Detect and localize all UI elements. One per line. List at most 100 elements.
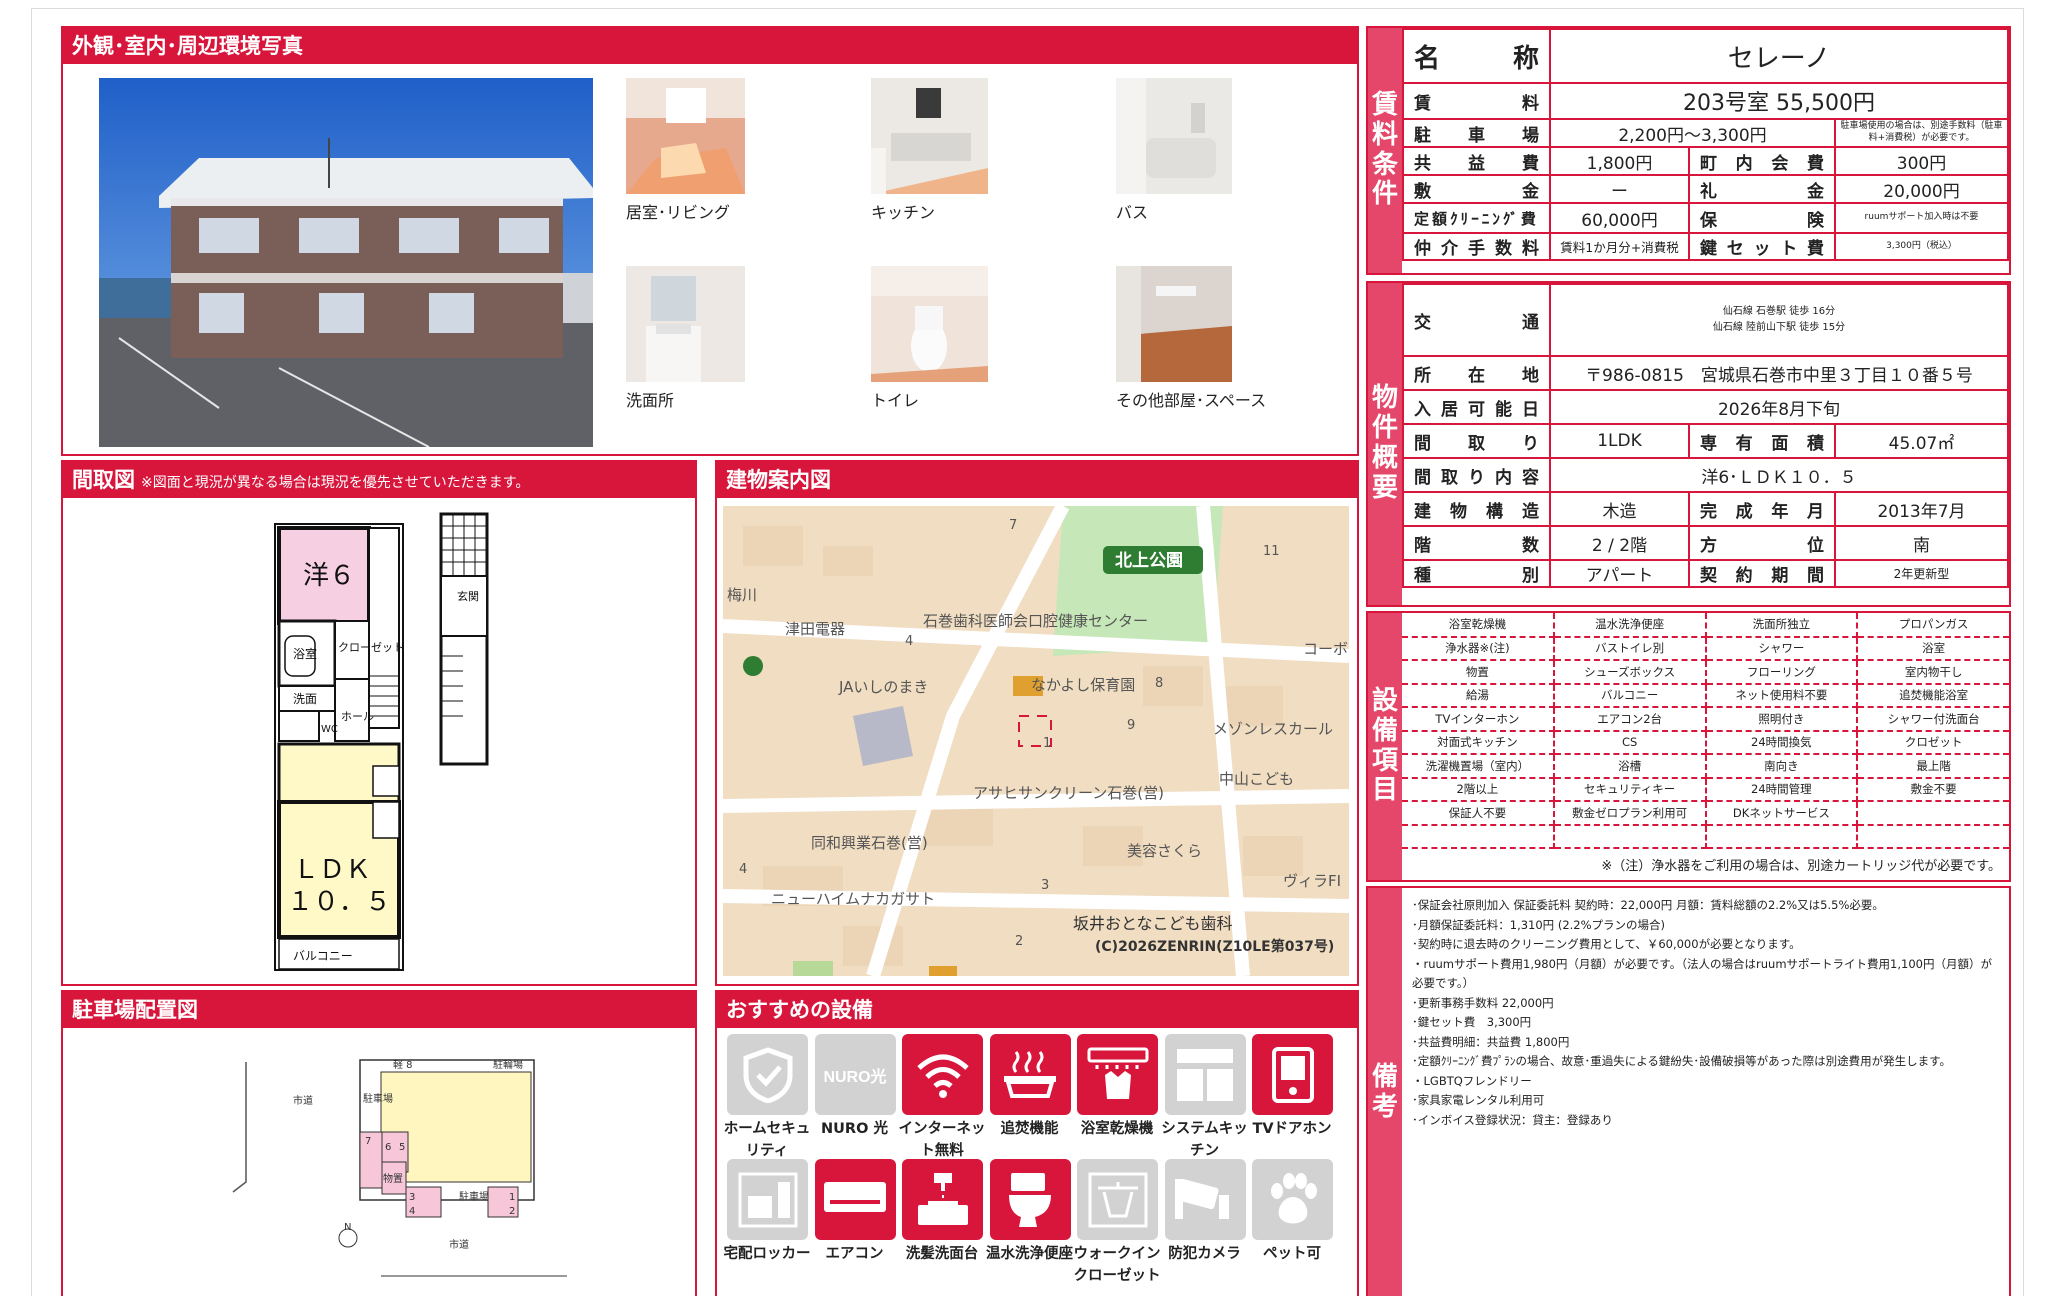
floorplan-drawing: 洋６ 浴室 クローゼット 洗面 WC ホール ＬＤＫ １０．５ バルコニー 玄関 [274, 512, 489, 971]
remark-line: ･契約時に退去時のクリーニング費用として、￥60,000が必要となります。 [1412, 937, 1801, 951]
parking-label-road-2: 市道 [449, 1238, 469, 1251]
parking-label-3: 3 [409, 1192, 415, 1203]
area-value: 45.07㎡ [1834, 423, 2009, 459]
floor-value: 2 / 2階 [1549, 525, 1690, 561]
equipment-item: 浴室 [1857, 636, 2009, 661]
equipment-side-3: 項 [1371, 745, 1398, 776]
equipment-item: プロパンガス [1857, 613, 2009, 638]
key-money-label: 礼金 [1688, 174, 1836, 204]
equipment-item: シャワー付洗面台 [1857, 707, 2009, 732]
equipment-item: フローリング [1705, 660, 1859, 685]
other-room-photo [1116, 266, 1232, 382]
feature-label: NURO 光 [821, 1121, 888, 1137]
feature-icon [1164, 1159, 1246, 1240]
living-photo [626, 78, 745, 194]
equipment-side-1: 設 [1371, 685, 1398, 716]
feature-label: ウォークインクローゼット [1073, 1246, 1161, 1284]
equipment-note: ※（注）浄水器をご利用の場合は、別途カートリッジ代が必要です。 [1601, 859, 2001, 874]
feature-icon [989, 1034, 1071, 1115]
feature-icon [1077, 1159, 1158, 1240]
equipment-item: 室内物干し [1857, 660, 2009, 685]
feature-label: 浴室乾燥機 [1080, 1121, 1154, 1137]
equipment-item: 浴室乾燥機 [1402, 613, 1555, 638]
flyer-page: 外観･室内･周辺環境写真 居室･リビング キッチン バス 洗面所 トイレ その他… [31, 8, 2024, 1296]
map-label-6: 中山こども [1219, 770, 1295, 788]
contract-label: 契約期間 [1688, 559, 1836, 588]
parking-label-lot-1: 駐車場 [363, 1092, 393, 1105]
floorplan-title: 間取図 [72, 468, 135, 492]
map-label-7: アサヒサンクリーン石巻(営) [973, 784, 1164, 802]
equipment-item: バルコニー [1553, 683, 1707, 708]
kitchen-photo [871, 78, 988, 194]
map-area: 北上公園 津田電器 石巻歯科医師会口腔健康センター JAいしのまき なかよし保育… [723, 506, 1349, 976]
remark-line: ･インボイス登録状況：貸主：登録あり [1412, 1112, 1613, 1127]
remark-line: ･月額保証委託料：1,310円 (2.2%プランの場合) [1412, 917, 1666, 932]
equipment-row: 物置 シューズボックス フローリング 室内物干し [1402, 660, 2009, 685]
equipment-item: 24時間換気 [1705, 730, 1859, 755]
map-label-1: 津田電器 [785, 620, 846, 638]
feature-icon [902, 1034, 983, 1115]
fp-room-western: 洋６ [303, 561, 355, 591]
map-num-4: 9 [1127, 718, 1136, 733]
photo-caption-living: 居室･リビング [626, 203, 731, 222]
equipment-item: 最上階 [1857, 754, 2009, 779]
traffic-line-2: 仙石線 陸前山下駅 徒歩 15分 [1712, 322, 1846, 333]
equipment-row: TVインターホン エアコン2台 照明付き シャワー付洗面台 [1402, 707, 2009, 732]
layout-value: 1LDK [1549, 423, 1690, 459]
map-num-9: 4 [739, 862, 748, 877]
built-value: 2013年7月 [1834, 491, 2009, 527]
feature-icon [989, 1159, 1071, 1240]
parking-label-6: 6 [385, 1142, 391, 1153]
property-side-4: 要 [1371, 472, 1398, 503]
map-label-11: ヴィラFI [1283, 872, 1342, 890]
property-table: 交 通 仙石線 石巻駅 徒歩 16分 仙石線 陸前山下駅 徒歩 15分 所在地 … [1402, 283, 2009, 588]
parking-label-7: 7 [365, 1136, 371, 1147]
equipment-item: 洗面所独立 [1705, 613, 1859, 638]
map-label-10: ニューハイムナカガサト [771, 890, 936, 908]
feature-icon [1252, 1159, 1333, 1240]
remarks-list: ･保証会社原則加入 保証委託料 契約時：22,000円 月額：賃料総額の2.2%… [1412, 896, 2001, 1130]
equipment-item: 敷金ゼロプラン利用可 [1553, 801, 1707, 826]
equipment-item: DKネットサービス [1705, 801, 1859, 826]
town-fee-value: 300円 [1834, 146, 2009, 176]
floor-label: 階数 [1402, 525, 1551, 561]
remarks-block: 備考 ･保証会社原則加入 保証委託料 契約時：22,000円 月額：賃料総額の2… [1366, 886, 2011, 1296]
washroom-photo [626, 266, 745, 382]
remark-line: ･保証会社原則加入 保証委託料 契約時：22,000円 月額：賃料総額の2.2%… [1412, 898, 1884, 912]
map-label-park: 北上公園 [1115, 551, 1183, 571]
feature-label: ホームセキュリティ [723, 1121, 811, 1159]
built-label: 完成年月 [1688, 491, 1836, 527]
equipment-side-label: 設備項目 [1368, 613, 1402, 880]
equipment-item: 照明付き [1705, 707, 1859, 732]
map-label-15: 梅川 [727, 586, 758, 604]
layout-detail-label: 間取り内容 [1402, 457, 1551, 493]
map-panel: 建物案内図 北上公園 津田電器 石巻歯科医師会口腔健康センター JAいしのまき … [715, 460, 1359, 986]
parking-drawing: 市道 軽 8 駐輪場 駐車場 7 6 5 物置 3 4 駐車場 1 2 N 市道 [232, 1058, 567, 1277]
rent-side-4: 件 [1371, 179, 1398, 210]
contract-value: 2年更新型 [1834, 559, 2009, 588]
equipment-row: 給湯 バルコニー ネット使用料不要 追焚機能浴室 [1402, 683, 2009, 708]
traffic-value: 仙石線 石巻駅 徒歩 16分 仙石線 陸前山下駅 徒歩 15分 [1549, 283, 2009, 357]
layout-label: 間取り [1402, 423, 1551, 459]
keyset-label: 鍵セット費 [1688, 232, 1836, 261]
type-label: 種別 [1402, 559, 1551, 588]
equipment-item: 温水洗浄便座 [1553, 613, 1707, 638]
traffic-line-1: 仙石線 石巻駅 徒歩 16分 [1722, 306, 1836, 317]
parking-label-4: 4 [409, 1206, 415, 1217]
features-panel: おすすめの設備 ホームセキュリティ NURO光 NURO 光インターネット無料 追焚機… [715, 990, 1359, 1296]
parking-label-kei: 軽 8 [393, 1059, 413, 1071]
parking-fee-label: 駐車場 [1402, 118, 1551, 148]
remark-line: ・LGBTQフレンドリー [1412, 1073, 1532, 1088]
photos-heading: 外観･室内･周辺環境写真 [63, 28, 1357, 64]
feature-icon [727, 1034, 808, 1115]
fp-hall: ホール [341, 710, 374, 723]
floorplan-note: ※図面と現況が異なる場合は現況を優先させていただきます。 [141, 475, 530, 491]
feature-icon [1252, 1034, 1333, 1115]
insurance-value: ruumサポート加入時は不要 [1834, 202, 2009, 234]
layout-detail-value: 洋6･ＬＤＫ１０．５ [1549, 457, 2009, 493]
address-value: 〒986-0815 宮城県石巻市中里３丁目１０番５号 [1549, 355, 2009, 391]
rent-table: 名 称 セレーノ 賃 料 203号室 55,500円 駐車場 2,200円～3,… [1402, 28, 2009, 261]
movein-label: 入居可能日 [1402, 389, 1551, 425]
feature-icon [814, 1159, 896, 1240]
equipment-item: 24時間管理 [1705, 777, 1859, 802]
